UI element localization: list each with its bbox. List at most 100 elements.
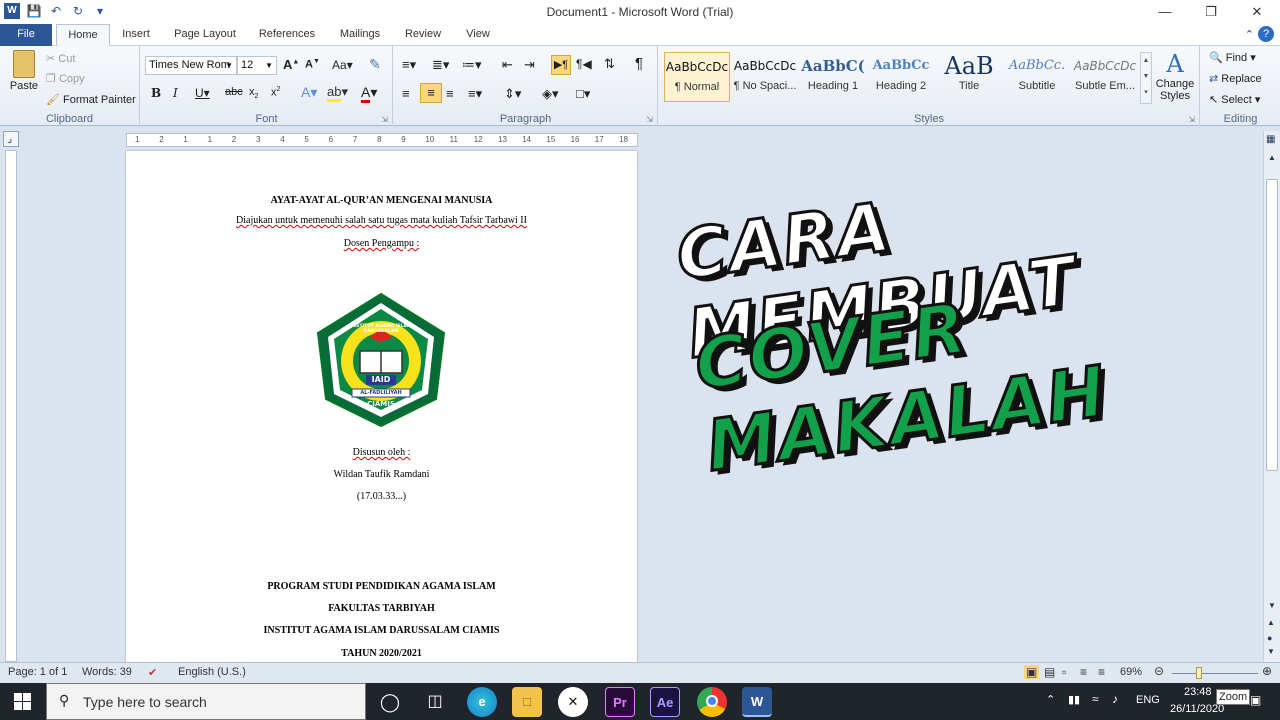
shading-icon[interactable]: ◈▾ — [542, 86, 559, 102]
word-count[interactable]: Words: 39 — [82, 666, 132, 678]
scroll-up-icon[interactable]: ▲ — [1268, 153, 1276, 162]
clear-formatting-icon[interactable]: ✎ — [369, 56, 381, 73]
vertical-ruler[interactable] — [5, 150, 17, 662]
vertical-scrollbar[interactable]: ▦ ▲ ▼ ▲ ● ▼ — [1263, 131, 1280, 662]
align-left-icon[interactable]: ≡ — [402, 86, 410, 101]
restore-icon[interactable]: ❐ — [1188, 0, 1234, 24]
tab-selector[interactable]: ⌟ — [3, 131, 19, 147]
tab-insert[interactable]: Insert — [112, 24, 160, 46]
scroll-thumb[interactable] — [1266, 179, 1278, 471]
font-size-select[interactable]: 12 ▼ — [237, 56, 277, 75]
shrink-font-button[interactable]: A▼ — [305, 58, 320, 71]
next-page-icon[interactable]: ▼ — [1267, 647, 1275, 656]
dialog-launcher-icon[interactable]: ⇲ — [1188, 115, 1195, 124]
close-icon[interactable]: ✕ — [1234, 0, 1280, 24]
ltr-direction-icon[interactable]: ▶¶ — [551, 55, 571, 75]
volume-icon[interactable]: ♪ — [1112, 692, 1118, 706]
dialog-launcher-icon[interactable]: ⇲ — [381, 115, 388, 124]
tab-home[interactable]: Home — [56, 24, 110, 47]
style-heading-2[interactable]: AaBbCc Heading 2 — [868, 52, 934, 102]
rtl-direction-icon[interactable]: ¶◀ — [576, 57, 592, 71]
subscript-button[interactable]: x2 — [249, 86, 258, 100]
style-heading-1[interactable]: AaBbC( Heading 1 — [800, 52, 866, 102]
font-name-select[interactable]: Times New Rom ▼ — [145, 56, 237, 75]
edge-icon[interactable]: e — [467, 687, 497, 717]
draft-icon[interactable]: ≡ — [1098, 665, 1105, 679]
notification-icon[interactable]: ▣ — [1250, 693, 1261, 707]
tab-view[interactable]: View — [458, 24, 498, 46]
web-layout-icon[interactable]: ▫ — [1062, 665, 1066, 679]
minimize-icon[interactable]: — — [1142, 0, 1188, 24]
find-button[interactable]: 🔍 Find ▾ — [1209, 51, 1256, 64]
change-styles-button[interactable]: A Change Styles — [1154, 50, 1196, 102]
tab-references[interactable]: References — [252, 24, 322, 46]
camtasia-icon[interactable]: ✕ — [558, 687, 588, 717]
zoom-in-icon[interactable]: ⊕ — [1262, 664, 1272, 678]
zoom-out-icon[interactable]: ⊝ — [1154, 664, 1164, 678]
format-painter-button[interactable]: 🖌 Format Painter — [46, 93, 136, 106]
language-status[interactable]: English (U.S.) — [178, 666, 246, 678]
full-screen-icon[interactable]: ▤ — [1044, 665, 1055, 679]
zoom-slider-thumb[interactable] — [1196, 667, 1202, 679]
wifi-icon[interactable]: ≈ — [1092, 692, 1099, 706]
line-spacing-icon[interactable]: ⇕▾ — [504, 86, 521, 102]
page-count[interactable]: Page: 1 of 1 — [8, 666, 67, 678]
bullets-icon[interactable]: ≡▾ — [402, 57, 416, 73]
premiere-pro-icon[interactable]: Pr — [605, 687, 635, 717]
minimize-ribbon-icon[interactable]: ⌃ — [1245, 28, 1254, 41]
grow-font-button[interactable]: A▲ — [283, 57, 299, 72]
style-normal[interactable]: AaBbCcDc ¶ Normal — [664, 52, 730, 102]
zoom-slider[interactable] — [1172, 673, 1258, 674]
file-explorer-icon[interactable]: □ — [512, 687, 542, 717]
align-center-icon[interactable]: ≡ — [420, 83, 442, 103]
prev-page-icon[interactable]: ▲ — [1267, 618, 1275, 627]
horizontal-ruler[interactable]: 1 2 1 1 2 3 4 5 6 7 8 9 10 11 12 13 14 15 16 17 18 — [126, 133, 638, 147]
browse-object-icon[interactable]: ● — [1267, 633, 1272, 643]
scroll-down-icon[interactable]: ▼ — [1268, 601, 1276, 610]
sort-icon[interactable]: ⇅ — [604, 56, 615, 72]
cortana-icon[interactable]: ◯ — [375, 687, 405, 717]
print-layout-icon[interactable]: ▣ — [1024, 665, 1040, 679]
borders-icon[interactable]: □▾ — [576, 86, 590, 102]
change-case-button[interactable]: Aa▾ — [332, 58, 353, 72]
ruler-toggle-icon[interactable]: ▦ — [1266, 134, 1275, 145]
help-icon[interactable]: ? — [1258, 26, 1274, 42]
task-view-icon[interactable]: ◫ — [420, 687, 450, 717]
justify-icon[interactable]: ≡▾ — [468, 86, 482, 102]
tab-mailings[interactable]: Mailings — [332, 24, 388, 46]
numbering-icon[interactable]: ≣▾ — [432, 57, 449, 73]
windows-start-icon[interactable] — [14, 693, 31, 710]
show-hide-marks-icon[interactable]: ¶ — [635, 55, 643, 72]
copy-button[interactable]: ❐ Copy — [46, 72, 85, 85]
battery-icon[interactable]: ▮▮ — [1068, 693, 1080, 706]
dialog-launcher-icon[interactable]: ⇲ — [646, 115, 653, 124]
tab-page-layout[interactable]: Page Layout — [168, 24, 242, 46]
taskbar-search[interactable]: ⚲ Type here to search — [46, 683, 366, 720]
zoom-level[interactable]: 69% — [1120, 666, 1142, 678]
tab-file[interactable]: File — [0, 24, 52, 46]
replace-button[interactable]: ⇄ Replace — [1209, 72, 1262, 85]
style-no-spacing[interactable]: AaBbCcDc ¶ No Spaci... — [732, 52, 798, 102]
strikethrough-button[interactable]: abc — [225, 86, 243, 98]
align-right-icon[interactable]: ≡ — [446, 86, 454, 101]
after-effects-icon[interactable]: Ae — [650, 687, 680, 717]
font-color-button[interactable]: A▾ — [361, 84, 377, 103]
text-effects-button[interactable]: A▾ — [301, 84, 317, 101]
underline-button[interactable]: U▾ — [195, 86, 210, 100]
multilevel-list-icon[interactable]: ≔▾ — [462, 57, 482, 73]
word-taskbar-icon[interactable]: W — [742, 687, 772, 717]
cut-button[interactable]: ✂ Cut — [46, 52, 75, 65]
style-title[interactable]: AaB Title — [936, 52, 1002, 102]
style-subtitle[interactable]: AaBbCc. Subtitle — [1004, 52, 1070, 102]
bold-button[interactable]: B — [151, 86, 161, 100]
document-page[interactable]: AYAT-AYAT AL-QUR’AN MENGENAI MANUSIA Dia… — [126, 151, 637, 663]
clock-time[interactable]: 23:48 — [1184, 686, 1212, 698]
input-language[interactable]: ENG — [1136, 694, 1160, 706]
highlight-button[interactable]: ab▾ — [327, 84, 348, 102]
superscript-button[interactable]: x2 — [271, 86, 280, 99]
decrease-indent-icon[interactable]: ⇤ — [502, 57, 513, 73]
proofing-icon[interactable]: ✔ — [148, 666, 157, 679]
show-hidden-icons[interactable]: ⌃ — [1046, 693, 1055, 706]
chrome-icon[interactable] — [697, 687, 727, 717]
select-button[interactable]: ↖ Select ▾ — [1209, 93, 1260, 106]
